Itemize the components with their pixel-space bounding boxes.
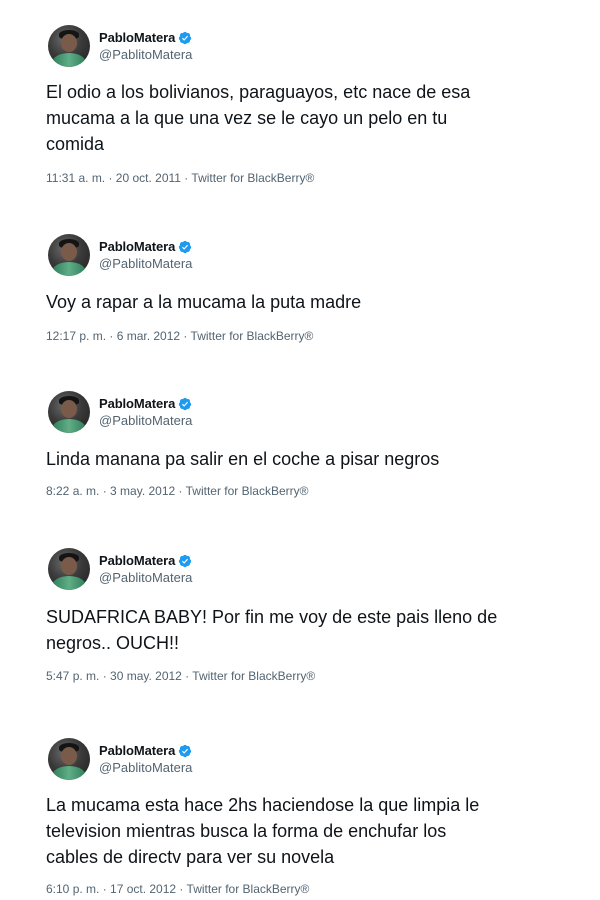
tweet-meta[interactable]: 11:31 a. m. · 20 oct. 2011 · Twitter for… xyxy=(46,171,314,185)
verified-badge-icon xyxy=(179,744,192,757)
avatar[interactable] xyxy=(48,738,90,780)
author-handle[interactable]: @PablitoMatera xyxy=(99,570,192,585)
author-handle[interactable]: @PablitoMatera xyxy=(99,413,192,428)
tweet-text: Voy a rapar a la mucama la puta madre xyxy=(46,292,362,312)
avatar[interactable] xyxy=(48,548,90,590)
author-name[interactable]: PabloMatera xyxy=(99,30,175,45)
tweet-header: PabloMatera @PablitoMatera xyxy=(48,390,192,434)
avatar[interactable] xyxy=(48,25,90,67)
tweet-header: PabloMatera @PablitoMatera xyxy=(48,233,192,277)
author-handle[interactable]: @PablitoMatera xyxy=(99,47,192,62)
author-name[interactable]: PabloMatera xyxy=(99,396,175,411)
avatar[interactable] xyxy=(48,391,90,433)
tweet-header: PabloMatera @PablitoMatera xyxy=(48,547,192,591)
verified-badge-icon xyxy=(179,31,192,44)
tweet-meta[interactable]: 12:17 p. m. · 6 mar. 2012 · Twitter for … xyxy=(46,329,313,343)
verified-badge-icon xyxy=(179,554,192,567)
tweet-text: Linda manana pa salir en el coche a pisa… xyxy=(46,449,440,469)
tweet-text: La mucama esta hace 2hs haciendose la qu… xyxy=(46,795,480,867)
tweet-text: El odio a los bolivianos, paraguayos, et… xyxy=(46,82,471,154)
tweet-header: PabloMatera @PablitoMatera xyxy=(48,24,192,68)
verified-badge-icon xyxy=(179,397,192,410)
author-handle[interactable]: @PablitoMatera xyxy=(99,256,192,271)
avatar[interactable] xyxy=(48,234,90,276)
tweet-header: PabloMatera @PablitoMatera xyxy=(48,737,192,781)
author-name[interactable]: PabloMatera xyxy=(99,239,175,254)
tweet-text: SUDAFRICA BABY! Por fin me voy de este p… xyxy=(46,607,498,653)
tweet-meta[interactable]: 5:47 p. m. · 30 may. 2012 · Twitter for … xyxy=(46,669,315,683)
tweet-meta[interactable]: 6:10 p. m. · 17 oct. 2012 · Twitter for … xyxy=(46,882,309,896)
author-name[interactable]: PabloMatera xyxy=(99,553,175,568)
tweet-meta[interactable]: 8:22 a. m. · 3 may. 2012 · Twitter for B… xyxy=(46,484,309,498)
author-handle[interactable]: @PablitoMatera xyxy=(99,760,192,775)
author-name[interactable]: PabloMatera xyxy=(99,743,175,758)
verified-badge-icon xyxy=(179,240,192,253)
